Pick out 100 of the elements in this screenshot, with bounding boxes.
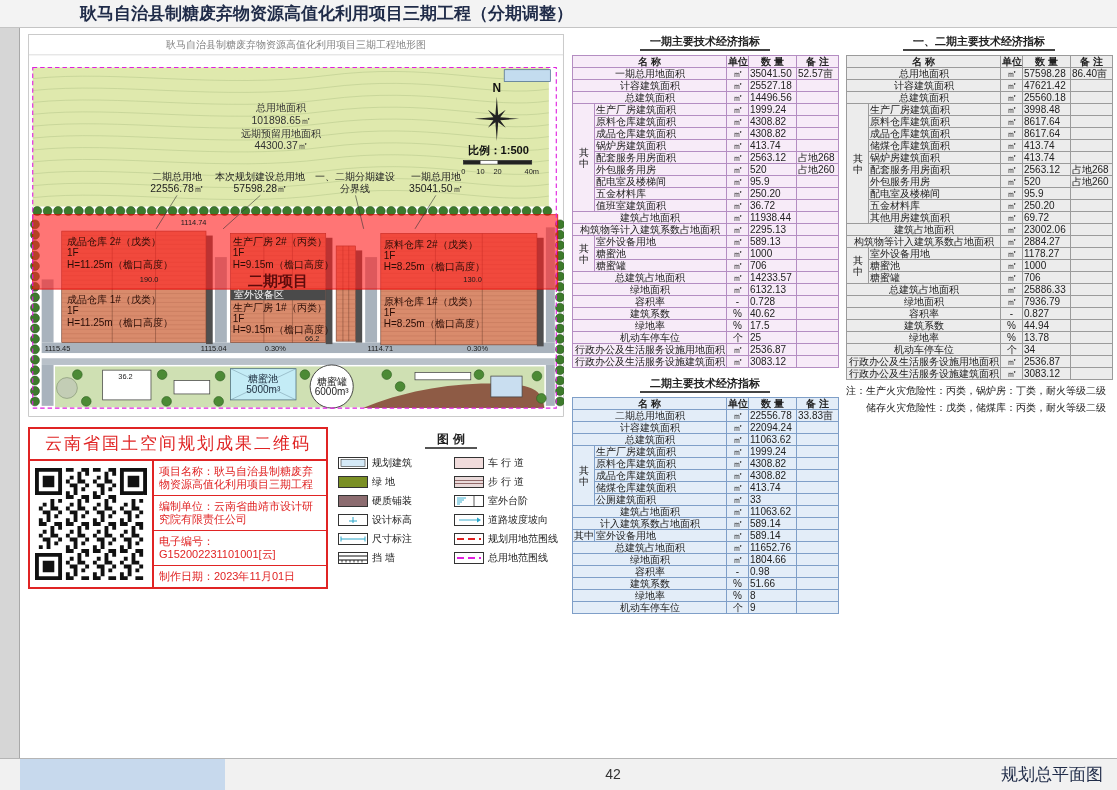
table-cell: 413.74 [748,139,797,152]
stamp-title: 云南省国土空间规划成果二维码 [45,434,311,454]
table-cell: 2563.12 [1022,163,1071,176]
callout-label: 二期总用地 22556.78㎡ [150,170,204,194]
table-cell: % [726,589,749,602]
table-cell: 总用地面积 [846,67,1001,80]
table-cell: 公厕建筑面积 [594,493,727,506]
table-cell: ㎡ [726,529,749,542]
stamp-field: 电子编号：G152002231101001[云] [154,531,326,566]
scale-tick-label: 10 [476,166,485,176]
garden-plaza [56,377,78,399]
dimension-label: 1114.71 [367,343,394,353]
table-cell: ㎡ [726,517,749,530]
tree [395,381,406,392]
area-note: 总用地面积 101898.65㎡ 远期预留用地面积 44300.37㎡ [241,102,322,152]
table-cell: 储煤仓库建筑面积 [868,139,1001,152]
table-cell: ㎡ [1000,139,1023,152]
table-cell: 3083.12 [748,355,797,368]
legend-label: 规划用地范围线 [488,533,558,545]
pool-label: 糖蜜池 5000m³ [246,373,281,396]
group-label: 其中 [578,146,589,169]
table-cell: 250.20 [1022,199,1071,212]
table-cell: 1000 [748,247,797,260]
table-cell: 52.57亩 [796,67,839,80]
tree [531,370,543,382]
table-cell: ㎡ [726,235,749,248]
callout-label: 一、二期分期建设 分界线 [315,170,396,194]
table-cell: ㎡ [1000,223,1023,236]
table-cell: 糖蜜池 [868,259,1001,272]
table-cell: 23002.06 [1022,223,1071,236]
table-cell: 8617.64 [1022,127,1071,140]
table-cell: 五金材料库 [594,187,727,200]
zone-label: 二期项目 [248,273,309,290]
building-label: 原料仓库 1#（戊类） 1F H=8.25m（檐口高度） [383,295,485,329]
building-label: 原料仓库 2#（戊类） 1F H=8.25m（檐口高度） [383,239,485,273]
table-cell: ㎡ [1000,151,1023,164]
elevation-swatch-icon [338,514,368,526]
area-label: 室外设备区 [233,289,284,300]
table-cell: 25527.18 [748,79,797,92]
table-cell: 个 [726,331,749,344]
table-cell: 建筑占地面积 [572,211,727,224]
column-header: 单位 [726,397,749,410]
table-cell: 0.98 [748,565,797,578]
table-cell: - [726,565,749,578]
molasses-tank [309,364,354,409]
table-cell: 原料仓库建筑面积 [594,115,727,128]
small-building [503,69,551,82]
group-label: 其中 [574,530,594,541]
table-cell: 室外设备用地 [594,235,727,248]
table-cell: ㎡ [726,91,749,104]
table-cell: 生产厂房建筑面积 [594,445,727,458]
table-cell: 糖蜜罐 [868,271,1001,284]
table-cell: 520 [1022,175,1071,188]
legend-label: 步 行 道 [488,476,524,488]
legend-label: 尺寸标注 [372,533,412,545]
dimension-label: 190.0 [139,275,159,285]
dimension-label: 36.2 [118,372,133,382]
table-cell: 13.78 [1022,331,1071,344]
table-cell: ㎡ [726,67,749,80]
page-caption: 规划总平面图 [1001,763,1103,786]
table-cell: ㎡ [1000,247,1023,260]
table-cell: 成品仓库建筑面积 [594,469,727,482]
table-cell: 1178.27 [1022,247,1071,260]
dimension-label: 1115.45 [44,343,71,353]
table-cell: ㎡ [1000,211,1023,224]
table-cell: ㎡ [726,103,749,116]
leader-line [155,195,178,230]
table-cell: 占地260 [1070,175,1113,188]
table-cell: 外包服务用房 [868,175,1001,188]
table-cell: 47621.42 [1022,79,1071,92]
table-cell: 机动车停车位 [572,601,727,614]
table-cell: 589.14 [748,517,797,530]
table-cell: 糖蜜池 [594,247,727,260]
group-label: 其中 [852,152,863,175]
table-cell: 绿地面积 [572,283,727,296]
table-cell: 1999.24 [748,103,797,116]
scale-tick-label: 0 [461,166,466,176]
table-cell: 总建筑面积 [846,91,1001,104]
table-cell: 25886.33 [1022,283,1071,296]
scale-bar [463,160,533,165]
table-cell: 建筑系数 [572,307,727,320]
table-cell: ㎡ [1000,235,1023,248]
table-cell: 4308.82 [748,115,797,128]
table-cell: 4308.82 [748,457,797,470]
table-cell: 行政办公及生活服务设施用地面积 [572,343,727,356]
callout-label: 本次规划建设总用地 57598.28㎡ [215,170,306,194]
legend-label: 车 行 道 [488,457,524,469]
table-cell: 行政办公及生活服务设施建筑面积 [846,367,1001,380]
column-header: 备 注 [1070,55,1113,68]
table-cell: 总建筑面积 [572,433,727,446]
small-building [173,380,211,395]
table-cell: ㎡ [1000,67,1023,80]
table-cell: ㎡ [1000,103,1023,116]
table-cell: 容积率 [846,307,1001,320]
scale-tick-label: 20 [493,166,502,176]
table-cell: 配套服务用房面积 [868,163,1001,176]
table-cell: 22556.78 [748,409,797,422]
table-cell: 1000 [1022,259,1071,272]
leader-line [355,195,364,230]
table-cell: % [1000,331,1023,344]
